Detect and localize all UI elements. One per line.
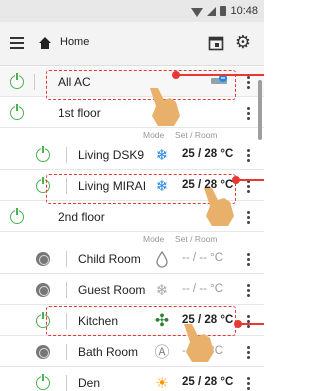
tap-hand-icon	[184, 324, 214, 362]
power-icon[interactable]	[10, 104, 24, 120]
sun-icon: ☀	[155, 374, 169, 391]
list-item-den[interactable]: Den ☀ 25 / 28 °C	[0, 368, 264, 391]
temperature-readout: -- / -- °C	[182, 252, 224, 264]
row-label: Child Room	[78, 252, 141, 266]
signal-icon	[207, 6, 217, 16]
row-label: 1st floor	[58, 106, 101, 120]
dry-icon	[156, 250, 168, 268]
row-label: Bath Room	[78, 345, 139, 359]
list-item-bath-room[interactable]: Bath Room Ⓐ -- / -- °C	[0, 337, 264, 367]
more-options-icon[interactable]	[246, 105, 250, 121]
power-icon[interactable]	[36, 374, 50, 390]
gear-icon[interactable]: ⚙	[233, 33, 253, 53]
more-options-icon[interactable]	[246, 74, 250, 90]
power-icon[interactable]	[36, 146, 50, 162]
set-room-column-header: Set / Room	[175, 130, 218, 140]
more-options-icon[interactable]	[246, 282, 250, 298]
calendar-icon[interactable]	[208, 35, 224, 51]
more-options-icon[interactable]	[246, 147, 250, 163]
power-icon[interactable]	[36, 252, 50, 266]
battery-icon	[220, 6, 227, 16]
row-label: Living DSK9	[78, 148, 145, 162]
app-bar: Home ⚙	[0, 22, 264, 66]
mode-column-header: Mode	[143, 130, 165, 140]
home-icon[interactable]	[38, 36, 52, 50]
callout-line	[238, 179, 264, 181]
power-icon[interactable]	[36, 345, 50, 359]
list-item-child-room[interactable]: Child Room -- / -- °C	[0, 244, 264, 274]
power-icon[interactable]	[10, 208, 24, 224]
auto-icon: Ⓐ	[154, 343, 170, 361]
row-label: Guest Room	[78, 283, 146, 297]
list-item-guest-room[interactable]: Guest Room ❄ -- / -- °C	[0, 275, 264, 305]
list-item-living-dsk9[interactable]: Living DSK9 ❄ 25 / 28 °C	[0, 140, 264, 170]
temperature-readout: 25 / 28 °C	[182, 148, 234, 160]
more-options-icon[interactable]	[246, 344, 250, 360]
power-icon[interactable]	[10, 73, 24, 89]
snowflake-icon: ❄	[155, 146, 169, 164]
page-title: Home	[60, 36, 90, 48]
tap-hand-icon	[204, 188, 234, 226]
temperature-readout: 25 / 28 °C	[182, 376, 234, 388]
menu-icon[interactable]	[10, 37, 24, 49]
more-options-icon[interactable]	[246, 209, 250, 225]
power-icon[interactable]	[36, 283, 50, 297]
more-options-icon[interactable]	[246, 251, 250, 267]
row-label: 2nd floor	[58, 210, 105, 224]
mode-column-header: Mode	[143, 234, 165, 244]
list-item-1st-floor[interactable]: 1st floor	[0, 98, 264, 128]
more-options-icon[interactable]	[246, 313, 250, 329]
temperature-readout: -- / -- °C	[182, 283, 224, 295]
status-bar: 10:48	[0, 0, 264, 22]
set-room-column-header: Set / Room	[175, 234, 218, 244]
tap-hand-icon	[150, 88, 180, 126]
callout-line	[178, 74, 264, 76]
scrollbar[interactable]	[258, 80, 262, 140]
more-options-icon[interactable]	[246, 375, 250, 391]
callout-line	[240, 323, 264, 325]
wifi-icon	[191, 8, 204, 17]
status-time: 10:48	[230, 5, 258, 17]
row-label: Den	[78, 376, 101, 390]
snowflake-icon: ❄	[155, 281, 169, 299]
